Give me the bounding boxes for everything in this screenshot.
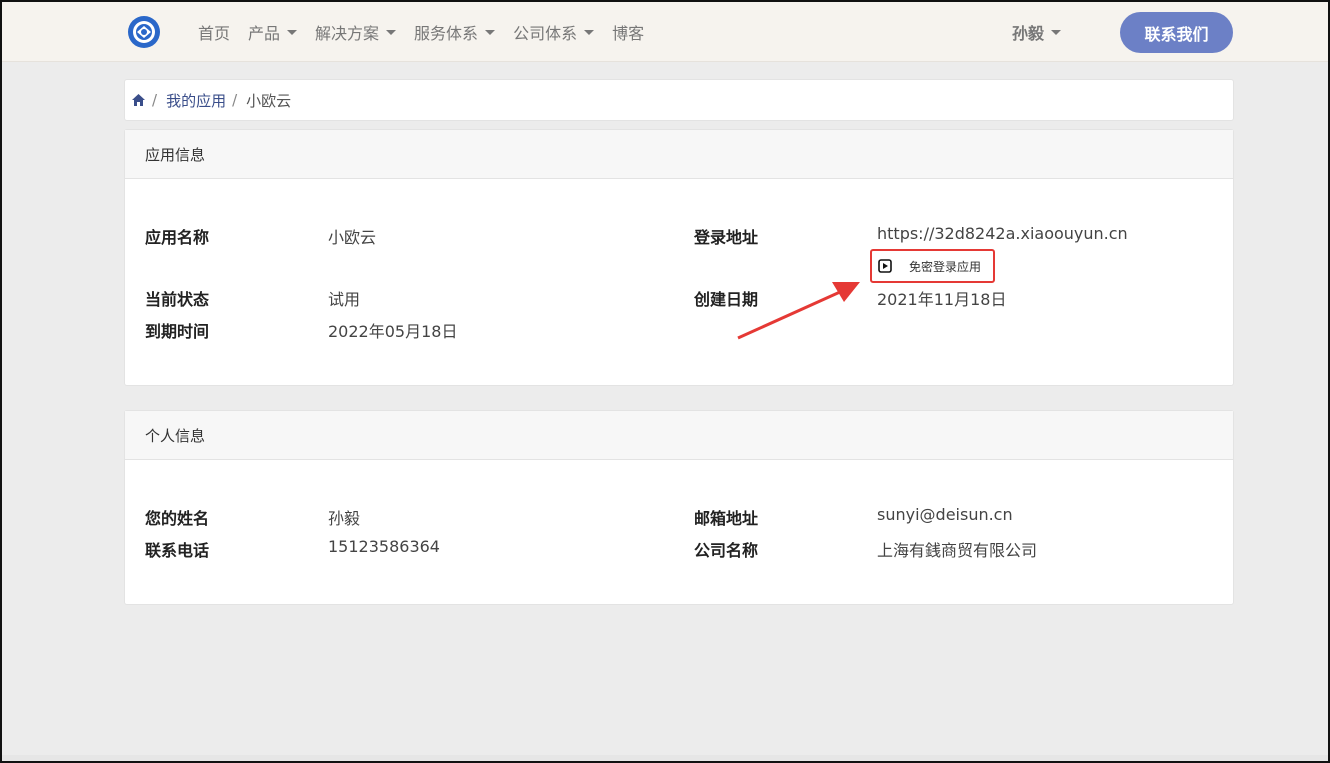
status-label: 当前状态	[145, 290, 210, 309]
expire-value: 2022年05月18日	[328, 322, 458, 341]
email-value: sunyi@deisun.cn	[877, 505, 1013, 524]
caret-down-icon	[584, 29, 595, 35]
email-label: 邮箱地址	[694, 509, 759, 528]
phone-value: 15123586364	[328, 537, 440, 556]
phone-label: 联系电话	[145, 541, 210, 560]
nav-item-products[interactable]: 产品	[248, 20, 298, 44]
breadcrumb-my-apps[interactable]: 我的应用	[166, 90, 226, 111]
nav-item-company[interactable]: 公司体系	[513, 20, 595, 44]
free-login-button[interactable]: 免密登录应用	[870, 249, 995, 283]
caret-down-icon	[1051, 29, 1062, 35]
bottom-bar	[2, 755, 1328, 761]
user-name: 孙毅	[1012, 24, 1045, 43]
caret-down-icon	[386, 29, 397, 35]
created-date-value: 2021年11月18日	[877, 290, 1007, 309]
login-url-value[interactable]: https://32d8242a.xiaoouyun.cn	[877, 224, 1128, 243]
expire-label: 到期时间	[145, 322, 210, 341]
breadcrumb-separator: /	[232, 91, 238, 109]
company-logo-icon[interactable]	[127, 15, 161, 49]
company-label: 公司名称	[694, 541, 759, 560]
nav-item-solutions[interactable]: 解决方案	[315, 20, 397, 44]
nav-item-home[interactable]: 首页	[198, 20, 230, 44]
app-info-card: 应用信息 应用名称 小欧云 当前状态 试用 到期时间 2022年05月18日 登…	[124, 129, 1234, 386]
login-url-label: 登录地址	[694, 228, 759, 247]
caret-down-icon	[287, 29, 298, 35]
status-value: 试用	[328, 290, 361, 309]
caret-down-icon	[485, 29, 496, 35]
home-icon[interactable]	[131, 93, 146, 107]
user-menu[interactable]: 孙毅	[1012, 2, 1062, 62]
main-nav: 首页 产品 解决方案 服务体系 公司体系 博客	[198, 2, 662, 62]
created-date-label: 创建日期	[694, 290, 759, 309]
free-login-label: 免密登录应用	[909, 259, 982, 274]
user-name-label: 您的姓名	[145, 509, 210, 528]
top-navbar: 首页 产品 解决方案 服务体系 公司体系 博客 孙毅 联系我们	[2, 2, 1328, 62]
breadcrumb-separator: /	[152, 91, 158, 109]
play-icon	[878, 259, 892, 273]
breadcrumb-current: 小欧云	[246, 91, 292, 110]
user-name-value: 孙毅	[328, 509, 361, 528]
app-name-label: 应用名称	[145, 228, 210, 247]
app-info-title: 应用信息	[125, 130, 1233, 179]
app-name-value: 小欧云	[328, 228, 377, 247]
contact-us-button[interactable]: 联系我们	[1120, 12, 1233, 53]
personal-info-title: 个人信息	[125, 411, 1233, 460]
nav-item-blog[interactable]: 博客	[612, 20, 644, 44]
company-value: 上海有銭商贸有限公司	[877, 541, 1038, 560]
nav-item-services[interactable]: 服务体系	[414, 20, 496, 44]
personal-info-card: 个人信息 您的姓名 孙毅 联系电话 15123586364 邮箱地址 sunyi…	[124, 410, 1234, 605]
breadcrumb: / 我的应用 / 小欧云	[124, 79, 1234, 121]
browser-frame: 首页 产品 解决方案 服务体系 公司体系 博客 孙毅 联系我们 / 我的应用 /…	[0, 0, 1330, 763]
